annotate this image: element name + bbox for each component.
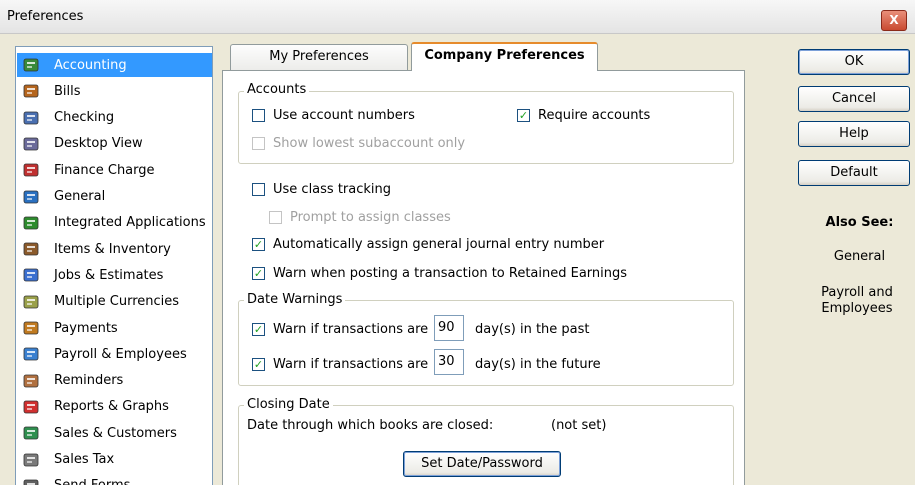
desktop-view-icon bbox=[22, 135, 40, 153]
sidebar-item-label: Payroll & Employees bbox=[54, 346, 187, 362]
sidebar-item-label: General bbox=[54, 189, 106, 204]
send-forms-icon bbox=[22, 477, 40, 485]
close-icon: X bbox=[889, 13, 899, 27]
sidebar-item-payroll-employees[interactable]: Payroll & Employees bbox=[17, 342, 212, 366]
checking-icon bbox=[22, 109, 40, 127]
sidebar-item-label: Accounting bbox=[54, 57, 127, 73]
sidebar-item-payments[interactable]: Payments bbox=[17, 316, 212, 340]
integrated-apps-icon bbox=[22, 214, 40, 232]
warn-past-suffix: day(s) in the past bbox=[475, 322, 590, 337]
sidebar-item-label: Send Forms bbox=[54, 478, 130, 485]
close-button[interactable]: X bbox=[881, 10, 907, 31]
payroll-employees-icon bbox=[22, 345, 40, 363]
payments-icon bbox=[22, 319, 40, 337]
sales-tax-icon bbox=[22, 451, 40, 469]
sidebar-item-checking[interactable]: Checking bbox=[17, 106, 212, 130]
warn-future-suffix: day(s) in the future bbox=[475, 357, 601, 372]
sidebar-item-reports-graphs[interactable]: Reports & Graphs bbox=[17, 395, 212, 419]
multiple-currencies-icon bbox=[22, 293, 40, 311]
preferences-panel: Accounts Use account numbers ✓ Require a… bbox=[222, 70, 745, 485]
sidebar-item-sales-customers[interactable]: Sales & Customers bbox=[17, 421, 212, 445]
warn-future-checkbox[interactable]: ✓ bbox=[252, 358, 265, 371]
window-title: Preferences bbox=[7, 9, 84, 24]
require-accounts-checkbox[interactable]: ✓ bbox=[517, 109, 530, 122]
sidebar-item-label: Sales Tax bbox=[54, 452, 115, 467]
warn-retained-earnings-label: Warn when posting a transaction to Retai… bbox=[273, 266, 628, 281]
reports-graphs-icon bbox=[22, 398, 40, 416]
title-bar: Preferences X bbox=[0, 0, 915, 34]
sidebar-item-label: Sales & Customers bbox=[54, 425, 177, 441]
sidebar-item-items-inventory[interactable]: Items & Inventory bbox=[17, 237, 212, 261]
use-account-numbers-checkbox[interactable] bbox=[252, 109, 265, 122]
cancel-button[interactable]: Cancel bbox=[798, 86, 910, 112]
sidebar-item-label: Checking bbox=[54, 110, 115, 126]
show-lowest-subaccount-checkbox[interactable] bbox=[252, 137, 265, 150]
sidebar-item-jobs-estimates[interactable]: Jobs & Estimates bbox=[17, 263, 212, 287]
set-date-password-button[interactable]: Set Date/Password bbox=[403, 451, 561, 477]
show-lowest-subaccount-label: Show lowest subaccount only bbox=[273, 136, 466, 151]
prompt-assign-classes-checkbox[interactable] bbox=[269, 211, 282, 224]
warn-past-checkbox[interactable]: ✓ bbox=[252, 323, 265, 336]
closing-date-title: Closing Date bbox=[244, 397, 333, 412]
accounts-group bbox=[238, 91, 734, 164]
sidebar-item-label: Integrated Applications bbox=[54, 215, 206, 231]
also-see-link-general[interactable]: General bbox=[802, 249, 915, 264]
tab-label: Company Preferences bbox=[424, 48, 585, 63]
auto-assign-journal-checkbox[interactable]: ✓ bbox=[252, 238, 265, 251]
sidebar-item-send-forms[interactable]: Send Forms bbox=[17, 474, 212, 485]
prompt-assign-classes-label: Prompt to assign classes bbox=[290, 210, 451, 225]
jobs-estimates-icon bbox=[22, 266, 40, 284]
closing-date-value: (not set) bbox=[551, 418, 607, 433]
tab-company-preferences[interactable]: Company Preferences bbox=[411, 42, 598, 71]
sidebar-item-label: Reports & Graphs bbox=[54, 399, 169, 415]
general-icon bbox=[22, 188, 40, 206]
sidebar-item-label: Bills bbox=[54, 83, 81, 99]
accounts-group-title: Accounts bbox=[244, 82, 310, 97]
reminders-icon bbox=[22, 372, 40, 390]
use-account-numbers-label: Use account numbers bbox=[273, 108, 415, 123]
sidebar-item-finance-charge[interactable]: Finance Charge bbox=[17, 158, 212, 182]
items-inventory-icon bbox=[22, 240, 40, 258]
date-warnings-title: Date Warnings bbox=[244, 292, 346, 307]
also-see-title: Also See: bbox=[825, 215, 894, 230]
sidebar-item-label: Payments bbox=[54, 320, 118, 336]
date-warnings-group bbox=[238, 300, 734, 386]
sales-customers-icon bbox=[22, 424, 40, 442]
sidebar-item-accounting[interactable]: Accounting bbox=[17, 53, 212, 77]
preferences-category-list[interactable]: Accounting Bills Checking Desktop View Finan… bbox=[15, 46, 213, 485]
use-class-tracking-label: Use class tracking bbox=[273, 182, 392, 197]
warn-retained-earnings-checkbox[interactable]: ✓ bbox=[252, 267, 265, 280]
also-see-link-payroll[interactable]: Payroll and Employees bbox=[802, 285, 912, 317]
sidebar-item-label: Jobs & Estimates bbox=[54, 267, 164, 283]
sidebar-item-sales-tax[interactable]: Sales Tax bbox=[17, 448, 212, 472]
warn-past-label: Warn if transactions are bbox=[273, 322, 429, 337]
sidebar-item-integrated-applications[interactable]: Integrated Applications bbox=[17, 211, 212, 235]
auto-assign-journal-label: Automatically assign general journal ent… bbox=[273, 237, 605, 252]
sidebar-item-label: Multiple Currencies bbox=[54, 294, 180, 310]
sidebar-item-reminders[interactable]: Reminders bbox=[17, 369, 212, 393]
default-button[interactable]: Default bbox=[798, 160, 910, 186]
warn-future-days-input[interactable]: 30 bbox=[434, 349, 464, 375]
sidebar-item-bills[interactable]: Bills bbox=[17, 79, 212, 103]
accounting-icon bbox=[22, 56, 40, 74]
help-button[interactable]: Help bbox=[798, 121, 910, 147]
sidebar-item-label: Reminders bbox=[54, 373, 124, 389]
warn-future-label: Warn if transactions are bbox=[273, 357, 429, 372]
bills-icon bbox=[22, 82, 40, 100]
sidebar-item-general[interactable]: General bbox=[17, 185, 212, 209]
sidebar-item-multiple-currencies[interactable]: Multiple Currencies bbox=[17, 290, 212, 314]
closing-date-description: Date through which books are closed: bbox=[247, 418, 494, 433]
use-class-tracking-checkbox[interactable] bbox=[252, 183, 265, 196]
require-accounts-label: Require accounts bbox=[538, 108, 651, 123]
tab-my-preferences[interactable]: My Preferences bbox=[230, 44, 408, 70]
warn-past-days-input[interactable]: 90 bbox=[434, 315, 464, 341]
ok-button[interactable]: OK bbox=[798, 49, 910, 75]
sidebar-item-desktop-view[interactable]: Desktop View bbox=[17, 132, 212, 156]
sidebar-item-label: Finance Charge bbox=[54, 162, 155, 178]
sidebar-item-label: Items & Inventory bbox=[54, 241, 171, 257]
finance-charge-icon bbox=[22, 161, 40, 179]
tab-label: My Preferences bbox=[269, 49, 369, 64]
sidebar-item-label: Desktop View bbox=[54, 136, 143, 152]
